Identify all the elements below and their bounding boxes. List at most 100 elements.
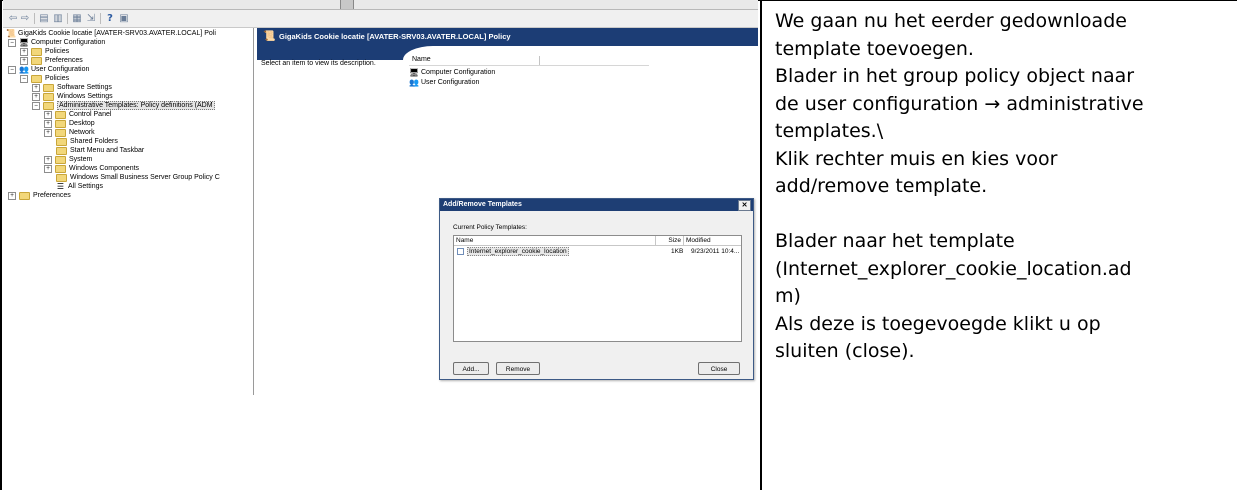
- folder-icon: [43, 83, 54, 92]
- collapse-icon[interactable]: −: [8, 65, 16, 74]
- instruction-line: de user configuration → administrative: [775, 92, 1144, 115]
- name-column-header[interactable]: Name: [454, 236, 656, 245]
- gpo-editor-screenshot: ⇦ ⇨ ▤ ▥ ▦ ⇲ ? ▣ 📜 GigaKids Cookie locatie…: [3, 0, 758, 395]
- instruction-line: We gaan nu het eerder gedownloade: [775, 10, 1127, 32]
- toolbar-separator: [100, 13, 101, 24]
- filter-icon[interactable]: ▣: [119, 12, 129, 24]
- tree-item-desktop[interactable]: + Desktop: [44, 119, 95, 128]
- tree-item-control-panel[interactable]: + Control Panel: [44, 110, 111, 119]
- list-item[interactable]: 🖥 Computer Configuration: [409, 68, 495, 77]
- modified-column-header[interactable]: Modified: [684, 236, 741, 245]
- close-icon[interactable]: ✕: [738, 200, 751, 211]
- instruction-line: Blader in het group policy object naar: [775, 65, 1135, 87]
- remove-button[interactable]: Remove: [496, 362, 540, 375]
- size-column-header[interactable]: Size: [656, 236, 684, 245]
- column-divider[interactable]: [539, 56, 540, 65]
- name-column-header[interactable]: Name: [412, 56, 431, 63]
- folder-icon: [31, 74, 42, 83]
- instruction-line: template toevoegen.: [775, 37, 974, 60]
- users-icon: 👥: [19, 64, 29, 74]
- policy-scroll-icon: 📜: [6, 28, 16, 38]
- folder-icon: [55, 128, 66, 137]
- instruction-line: Klik rechter muis en kies voor: [775, 147, 1058, 170]
- template-row[interactable]: Internet_explorer_cookie_location 1KB 9/…: [456, 247, 739, 256]
- folder-icon: [31, 47, 42, 56]
- close-button[interactable]: Close: [698, 362, 740, 375]
- settings-list-icon: ☰: [56, 181, 65, 191]
- folder-icon: [55, 119, 66, 128]
- expand-icon[interactable]: +: [32, 92, 40, 101]
- up-level-icon[interactable]: ▥: [53, 12, 63, 24]
- tree-root[interactable]: 📜 GigaKids Cookie locatie [AVATER-SRV03.A…: [6, 29, 216, 38]
- instruction-line: Als deze is toegevoegde klikt u op: [775, 312, 1101, 335]
- toolbar-separator: [34, 13, 35, 24]
- folder-icon: [43, 101, 54, 110]
- dialog-title-bar[interactable]: Add/Remove Templates ✕: [440, 199, 753, 211]
- folder-icon: [56, 137, 67, 146]
- tree-item-preferences[interactable]: + Preferences: [20, 56, 83, 65]
- export-list-icon[interactable]: ⇲: [86, 12, 96, 24]
- tree-item-windows-settings[interactable]: + Windows Settings: [32, 92, 113, 101]
- scrollbar-stub: [340, 0, 354, 9]
- expand-icon[interactable]: +: [32, 83, 40, 92]
- table-column-divider: [760, 0, 762, 490]
- list-header: Name: [409, 56, 649, 66]
- list-item[interactable]: 👥 User Configuration: [409, 78, 479, 87]
- folder-icon: [19, 191, 30, 200]
- instruction-line: Blader naar het template: [775, 230, 1015, 252]
- folder-icon: [55, 164, 66, 173]
- instruction-line: m): [775, 285, 801, 307]
- tree-item-all-settings[interactable]: ☰ All Settings: [56, 182, 103, 191]
- help-icon[interactable]: ?: [105, 12, 115, 24]
- expand-icon[interactable]: +: [20, 56, 28, 65]
- folder-icon: [31, 56, 42, 65]
- arrow-icon: →: [984, 92, 1001, 115]
- expand-icon[interactable]: +: [8, 191, 16, 200]
- policy-scroll-icon: 📜: [263, 31, 276, 42]
- tree-item-computer-configuration[interactable]: − 🖥 Computer Configuration: [8, 38, 105, 47]
- tree-item-system[interactable]: + System: [44, 155, 92, 164]
- add-remove-templates-dialog: Add/Remove Templates ✕ Current Policy Te…: [439, 198, 754, 380]
- collapse-icon[interactable]: −: [32, 101, 40, 110]
- instruction-line: (Internet_explorer_cookie_location.ad: [775, 257, 1132, 280]
- tree-item-preferences[interactable]: + Preferences: [8, 191, 71, 200]
- collapse-icon[interactable]: −: [8, 38, 16, 47]
- folder-icon: [56, 146, 67, 155]
- back-arrow-icon[interactable]: ⇦: [8, 12, 18, 24]
- cropped-toolbar-strip: [3, 0, 758, 10]
- tree-item-user-configuration[interactable]: − 👥 User Configuration: [8, 65, 89, 74]
- expand-icon[interactable]: +: [44, 110, 52, 119]
- console-tree: 📜 GigaKids Cookie locatie [AVATER-SRV03.A…: [3, 28, 254, 395]
- collapse-icon[interactable]: −: [20, 74, 28, 83]
- folder-icon: [43, 92, 54, 101]
- tree-item-sbs-group-policy[interactable]: Windows Small Business Server Group Poli…: [56, 173, 220, 182]
- details-header: 📜 GigaKids Cookie locatie [AVATER-SRV03.…: [257, 28, 758, 46]
- tree-item-windows-components[interactable]: + Windows Components: [44, 164, 139, 173]
- properties-icon[interactable]: ▦: [72, 12, 82, 24]
- expand-icon[interactable]: +: [20, 47, 28, 56]
- tree-item-policies[interactable]: − Policies: [20, 74, 69, 83]
- instruction-line: templates.\: [775, 120, 884, 142]
- instruction-line: sluiten (close).: [775, 340, 915, 362]
- show-hide-tree-icon[interactable]: ▤: [39, 12, 49, 24]
- forward-arrow-icon[interactable]: ⇨: [20, 12, 30, 24]
- tree-item-shared-folders[interactable]: Shared Folders: [56, 137, 118, 146]
- toolbar: ⇦ ⇨ ▤ ▥ ▦ ⇲ ? ▣: [3, 10, 758, 28]
- table-left-border: [0, 0, 2, 490]
- expand-icon[interactable]: +: [44, 128, 52, 137]
- tree-item-administrative-templates[interactable]: − Administrative Templates: Policy defini…: [32, 101, 215, 110]
- add-button[interactable]: Add...: [453, 362, 489, 375]
- expand-icon[interactable]: +: [44, 164, 52, 173]
- expand-icon[interactable]: +: [44, 155, 52, 164]
- folder-icon: [56, 173, 67, 182]
- instruction-text: We gaan nu het eerder gedownloade templa…: [775, 8, 1230, 366]
- tree-item-policies[interactable]: + Policies: [20, 47, 69, 56]
- templates-list[interactable]: Name Size Modified Internet_explorer_coo…: [453, 235, 742, 342]
- tree-item-start-menu[interactable]: Start Menu and Taskbar: [56, 146, 144, 155]
- tree-item-software-settings[interactable]: + Software Settings: [32, 83, 112, 92]
- instruction-line: add/remove template.: [775, 175, 988, 197]
- folder-icon: [55, 110, 66, 119]
- tree-item-network[interactable]: + Network: [44, 128, 95, 137]
- expand-icon[interactable]: +: [44, 119, 52, 128]
